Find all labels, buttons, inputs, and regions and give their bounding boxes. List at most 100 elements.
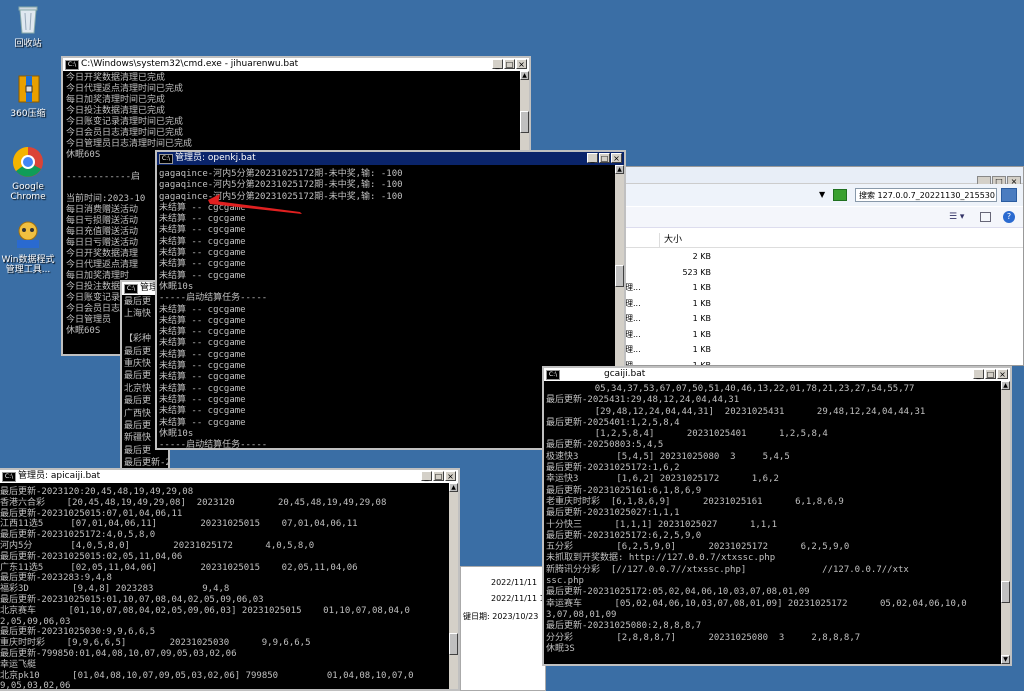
window-title: 管理员: apicaiji.bat — [18, 471, 101, 481]
console-line: 最后更新-2023120:20,45,48,19,49,29,08 — [0, 487, 194, 497]
title-bar[interactable]: C:\ 管理员: apicaiji.bat _ □ × — [0, 470, 458, 483]
console-line: 未抓取到开奖数据: http://127.0.0.7/xtxssc.php — [546, 553, 776, 564]
list-window[interactable]: 2022/11/11 2022/11/11 1 键日期: 2023/10/23 — [460, 566, 546, 691]
desktop-icon-label: 回收站 — [14, 39, 42, 49]
console-line: 未结算 -- cgcgame — [159, 202, 246, 213]
scroll-up-button[interactable]: ▲ — [1001, 381, 1010, 390]
title-bar[interactable]: C:\ 管理员: openkj.bat _ □ × — [157, 152, 624, 165]
file-size: 523 KB — [682, 267, 711, 277]
file-row[interactable]: 理... 1 KB — [623, 358, 1023, 366]
desktop-icon-recycle-bin[interactable]: 回收站 — [0, 2, 56, 49]
scroll-up-button[interactable]: ▲ — [615, 165, 624, 174]
console-line: 最后更新-20231025080:2,8,8,8,7 — [546, 621, 702, 632]
scroll-down-button[interactable]: ▼ — [1001, 655, 1010, 664]
scrollbar[interactable]: ▲ — [449, 483, 458, 689]
refresh-icon[interactable] — [833, 189, 847, 201]
console-line: 最后更新-20231025172:6,2,5,9,0 — [546, 530, 702, 541]
desktop-icon-label: Win数据程式管理工具... — [1, 255, 55, 275]
scroll-thumb[interactable] — [449, 633, 458, 655]
scroll-thumb[interactable] — [1001, 581, 1010, 603]
file-explorer-window[interactable]: _ □ × ▼ 搜索 127.0.0.7_20221130_215530 ☰ ▾ ?… — [622, 166, 1024, 366]
file-size: 2 KB — [692, 252, 711, 261]
title-bar[interactable]: C:\ gcaiji.bat _ □ × — [544, 368, 1010, 381]
close-button[interactable]: × — [445, 471, 456, 481]
file-row[interactable]: 理... 1 KB — [623, 327, 1023, 342]
file-row[interactable]: 理... 1 KB — [623, 280, 1023, 295]
cmd-window-apicaiji[interactable]: C:\ 管理员: apicaiji.bat _ □ × 最后更新-2023120:2… — [0, 468, 460, 691]
maximize-button[interactable]: □ — [599, 153, 610, 163]
file-row[interactable]: 理... 1 KB — [623, 296, 1023, 311]
console-line: 最后更新-20231025172:1,6,2 — [546, 463, 680, 474]
size-column-header[interactable]: 大小 — [659, 233, 682, 247]
minimize-button[interactable]: _ — [492, 59, 503, 69]
desktop-icon-chrome[interactable]: Google Chrome — [0, 145, 56, 202]
console-line: 五分彩 [6,2,5,9,0] 20231025172 6,2,5,9,0 — [546, 542, 850, 553]
file-size: 1 KB — [692, 314, 711, 323]
toolbar: ☰ ▾ ? — [623, 207, 1023, 228]
file-row[interactable]: 理... 1 KB — [623, 342, 1023, 357]
search-input[interactable]: 搜索 127.0.0.7_20221130_215530 — [855, 188, 997, 202]
close-button[interactable]: × — [997, 369, 1008, 379]
console-icon: C:\ — [546, 370, 560, 380]
scroll-thumb[interactable] — [615, 265, 624, 287]
desktop-icon-archive[interactable]: 360压缩 — [0, 72, 56, 119]
console-line: 未结算 -- cgcgame — [159, 270, 246, 281]
maximize-button[interactable]: □ — [504, 59, 515, 69]
console-line: 未结算 -- cgcgame — [159, 214, 246, 225]
close-button[interactable]: × — [611, 153, 622, 163]
console-line: 幸运赛车 [05,02,04,06,10,03,07,08,01,09] 202… — [546, 598, 967, 609]
console-line: 未结算 -- cgcgame — [159, 315, 246, 326]
archive-icon — [11, 72, 45, 106]
scroll-up-button[interactable]: ▲ — [449, 483, 458, 492]
maximize-button[interactable]: □ — [985, 369, 996, 379]
console-line: -----启动结算任务----- — [159, 293, 268, 304]
minimize-button[interactable]: _ — [587, 153, 598, 163]
console-line: 3,07,08,01,09 — [546, 609, 617, 620]
cmd-window-gcaiji[interactable]: C:\ gcaiji.bat _ □ × 05,34,37,53,67,07,50,… — [542, 366, 1012, 666]
file-row[interactable]: 523 KB — [623, 265, 1023, 280]
file-size: 1 KB — [692, 360, 711, 366]
console-line: 未结算 -- cgcgame — [159, 236, 246, 247]
console-line: 老重庆时时彩 [6,1,8,6,9] 20231025161 6,1,8,6,9 — [546, 496, 844, 507]
scroll-up-button[interactable]: ▲ — [520, 71, 529, 80]
console-line: 最后更新-20231025172:05,02,04,06,10,03,07,08… — [546, 587, 810, 598]
console-line: ssc.php — [546, 576, 584, 587]
console-line: 05,34,37,53,67,07,50,51,40,46,13,22,01,7… — [546, 384, 915, 394]
dropdown-arrow-icon[interactable]: ▼ — [819, 190, 825, 199]
preview-pane-icon[interactable] — [980, 212, 991, 222]
console-line: 休眠3S — [546, 643, 575, 654]
console-line: 十分快三 [1,1,1] 20231025027 1,1,1 — [546, 519, 778, 530]
scrollbar[interactable]: ▲▼ — [1001, 381, 1010, 664]
file-name: 理... — [625, 298, 641, 308]
console-line: 最后更新-20250803:5,4,5 — [546, 440, 664, 451]
file-row[interactable]: 理... 1 KB — [623, 311, 1023, 326]
minimize-button[interactable]: _ — [973, 369, 984, 379]
scroll-thumb[interactable] — [520, 111, 529, 133]
window-title: gcaiji.bat — [604, 369, 646, 379]
console-line: 未结算 -- cgcgame — [159, 248, 246, 259]
search-icon[interactable] — [1001, 188, 1017, 202]
console-line: 福彩3D [9,4,8] 2023283 9,4,8 — [0, 584, 230, 595]
close-button[interactable]: × — [516, 59, 527, 69]
maximize-button[interactable]: □ — [433, 471, 444, 481]
console-line: gagaqince-河内5分第20231025172期-未中奖,输: -100 — [159, 180, 403, 191]
window-title: C:\Windows\system32\cmd.exe - jihuarenwu… — [81, 59, 299, 69]
file-row[interactable]: 2 KB — [623, 249, 1023, 264]
console-output: 最后更新-2023120:20,45,48,19,49,29,08 香港六合彩 [… — [0, 483, 448, 689]
console-icon: C:\ — [2, 472, 16, 482]
help-icon[interactable]: ? — [1003, 211, 1015, 223]
console-line: 极速快3 [5,4,5] 20231025080 3 5,4,5 — [546, 451, 790, 462]
console-line: 河内5分 [4,0,5,8,0] 20231025172 4,0,5,8,0 — [0, 540, 315, 551]
console-line: 最后更新-20231025027:1,1,1 — [546, 508, 680, 519]
console-line: 未结算 -- cgcgame — [159, 304, 246, 315]
console-line: 重庆时时彩 [9,9,6,6,5] 20231025030 9,9,6,6,5 — [0, 638, 311, 649]
title-bar[interactable]: C:\ C:\Windows\system32\cmd.exe - jihuar… — [63, 58, 529, 71]
console-line: 未结算 -- cgcgame — [159, 259, 246, 270]
console-line: 未结算 -- cgcgame — [159, 338, 246, 349]
minimize-button[interactable]: _ — [421, 471, 432, 481]
view-options-icon[interactable]: ☰ ▾ — [949, 212, 964, 222]
console-line: 9,05,03,02,06 — [0, 681, 71, 689]
title-bar[interactable]: _ □ × — [623, 167, 1023, 188]
console-line: 最后更新-20231025015:01,10,07,08,04,02,05,09… — [0, 594, 264, 605]
desktop-icon-tool[interactable]: Win数据程式管理工具... — [0, 218, 56, 275]
